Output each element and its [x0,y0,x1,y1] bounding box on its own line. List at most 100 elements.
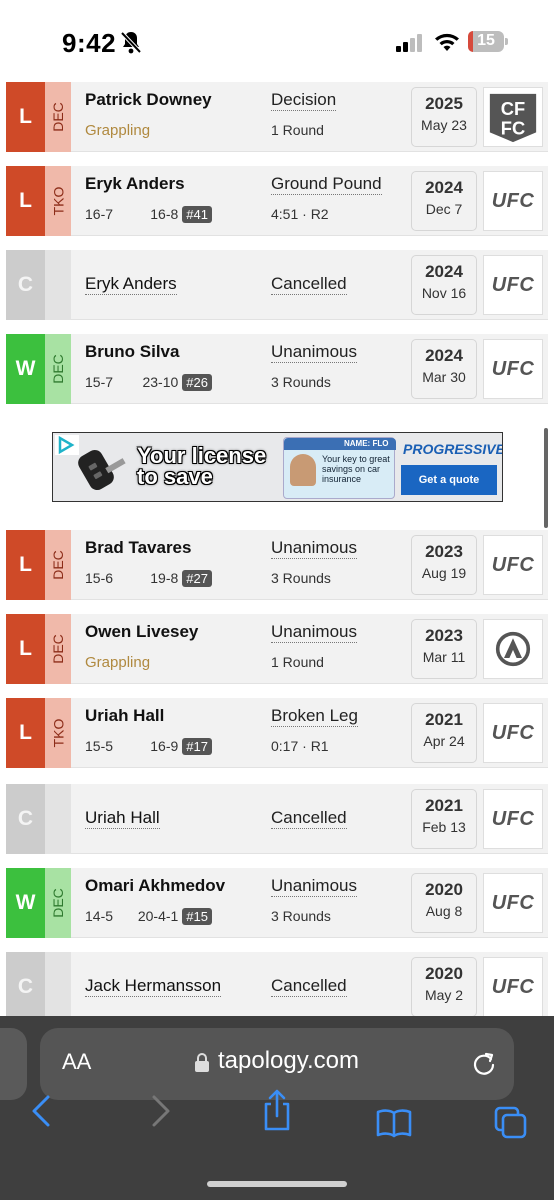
event-date-box[interactable]: 2021 Feb 13 [411,789,477,849]
fight-method-link[interactable]: Ground Pound [271,174,382,195]
lock-icon [195,1053,209,1072]
fighter-record: 20-4-1 #15 [138,908,212,925]
car-key-icon [78,449,126,491]
opponent-name-link[interactable]: Eryk Anders [85,274,177,295]
ad-choices-icon[interactable] [55,435,79,455]
fight-detail: 1 Round [271,654,324,670]
result-badge: W [6,868,45,938]
fight-row[interactable]: L DEC Patrick Downey Grappling Decision 1 Rou… [6,82,548,152]
promotion-logo[interactable]: UFC [483,339,543,399]
ufc-logo: UFC [491,273,535,296]
promotion-logo[interactable]: UFC [483,703,543,763]
ufc-logo: UFC [491,357,535,380]
method-type-cell: DEC [45,868,71,938]
fight-method-link[interactable]: Cancelled [271,274,347,295]
promotion-logo[interactable]: UFC [483,255,543,315]
event-year: 2024 [425,262,463,281]
fight-method-link[interactable]: Unanimous [271,876,357,897]
event-day: Aug 8 [425,903,463,919]
event-date-box[interactable]: 2020 Aug 8 [411,873,477,933]
event-day: May 23 [421,117,467,133]
wifi-icon [435,33,459,51]
ad-get-quote-button[interactable]: Get a quote [401,465,497,495]
fight-method-link[interactable]: Decision [271,90,337,111]
home-indicator[interactable] [207,1181,347,1187]
opponent-name-link[interactable]: Jack Hermansson [85,976,222,997]
fight-row[interactable]: L DEC Owen Livesey Grappling Unanimous 1 Roun… [6,614,548,684]
fight-row[interactable]: L TKO Eryk Anders 16-7 16-8 #41 Ground Pound 4:… [6,166,548,236]
opponent-name-link[interactable]: Bruno Silva [85,342,179,362]
page-settings-button[interactable]: AA [62,1049,91,1075]
fight-method-link[interactable]: Unanimous [271,622,357,643]
promotion-logo[interactable]: UFC [483,171,543,231]
fight-detail: 1 Round [271,122,324,138]
opponent-name-link[interactable]: Eryk Anders [85,174,185,194]
ad-headline: Your license to save [137,443,267,489]
share-icon[interactable] [262,1088,292,1132]
reload-icon[interactable] [472,1050,496,1076]
opponent-name-link[interactable]: Owen Livesey [85,622,198,642]
promotion-logo[interactable]: UFC [483,873,543,933]
fight-row[interactable]: W DEC Omari Akhmedov 14-5 20-4-1 #15 Unanimous… [6,868,548,938]
fight-method-link[interactable]: Broken Leg [271,706,358,727]
rank-badge: #26 [182,374,212,391]
ufc-logo: UFC [491,807,535,830]
result-badge: L [6,614,45,684]
opponent-name-link[interactable]: Uriah Hall [85,808,160,829]
promotion-logo[interactable]: CF FC [483,87,543,147]
ufc-logo: UFC [491,975,535,998]
fighter-record-value: 16-8 [150,206,179,222]
bookmarks-icon[interactable] [376,1108,412,1138]
event-date-box[interactable]: 2025 May 23 [411,87,477,147]
tabs-icon[interactable] [494,1106,528,1140]
event-date-box[interactable]: 2023 Mar 11 [411,619,477,679]
event-year: 2024 [425,178,463,197]
fight-row[interactable]: L TKO Uriah Hall 15-5 16-9 #17 Broken Leg 0:17 … [6,698,548,768]
opponent-name-link[interactable]: Patrick Downey [85,90,212,110]
event-date-box[interactable]: 2021 Apr 24 [411,703,477,763]
promotion-logo[interactable]: UFC [483,789,543,849]
back-arrow-icon[interactable] [30,1094,52,1128]
event-date-box[interactable]: 2023 Aug 19 [411,535,477,595]
fight-method-link[interactable]: Cancelled [271,808,347,829]
event-date-box[interactable]: 2024 Dec 7 [411,171,477,231]
previous-tab-peek[interactable] [0,1028,27,1100]
opponent-name-link[interactable]: Uriah Hall [85,706,164,726]
fight-method-link[interactable]: Unanimous [271,538,357,559]
fight-detail: 3 Rounds [271,374,331,390]
fight-method-link[interactable]: Unanimous [271,342,357,363]
battery-level-text: 15 [477,32,495,49]
event-date-box[interactable]: 2020 May 2 [411,957,477,1017]
svg-text:FC: FC [501,117,525,138]
opponent-name-link[interactable]: Omari Akhmedov [85,876,225,896]
fight-row[interactable]: W DEC Bruno Silva 15-7 23-10 #26 Unanimous 3 Ro… [6,334,548,404]
opponent-name-link[interactable]: Brad Tavares [85,538,191,558]
fight-row[interactable]: C Jack Hermansson Cancelled 2020 May 2 UFC [6,952,548,1022]
method-type-cell: DEC [45,82,71,152]
ad-card-text: Your key to great savings on car insuran… [322,454,390,484]
method-type-label: DEC [50,634,66,664]
fight-row[interactable]: L DEC Brad Tavares 15-6 19-8 #27 Unanimous 3 Ro… [6,530,548,600]
url-text[interactable]: tapology.com [218,1047,359,1075]
rank-badge: #17 [182,738,212,755]
forward-arrow-icon[interactable] [150,1094,172,1128]
ad-banner[interactable]: Your license to save NAME: FLO Your key … [52,432,503,502]
aa-label: AA [62,1049,92,1074]
event-date-box[interactable]: 2024 Nov 16 [411,255,477,315]
event-year: 2020 [425,964,463,983]
bout-type-label: Grappling [85,122,151,139]
promotion-logo[interactable]: UFC [483,957,543,1017]
event-day: Feb 13 [422,819,466,835]
ad-card-label: NAME: FLO [344,439,389,448]
fighter-record-value: 16-9 [150,738,179,754]
result-badge: L [6,82,45,152]
status-time: 9:42 [62,28,117,58]
event-date-box[interactable]: 2024 Mar 30 [411,339,477,399]
promotion-logo[interactable] [483,619,543,679]
promotion-logo[interactable]: UFC [483,535,543,595]
fight-method-link[interactable]: Cancelled [271,976,347,997]
page-scrollbar[interactable] [544,428,548,528]
fight-row[interactable]: C Eryk Anders Cancelled 2024 Nov 16 UFC [6,250,548,320]
fight-row[interactable]: C Uriah Hall Cancelled 2021 Feb 13 UFC [6,784,548,854]
cffc-logo: CFFC [489,93,537,143]
